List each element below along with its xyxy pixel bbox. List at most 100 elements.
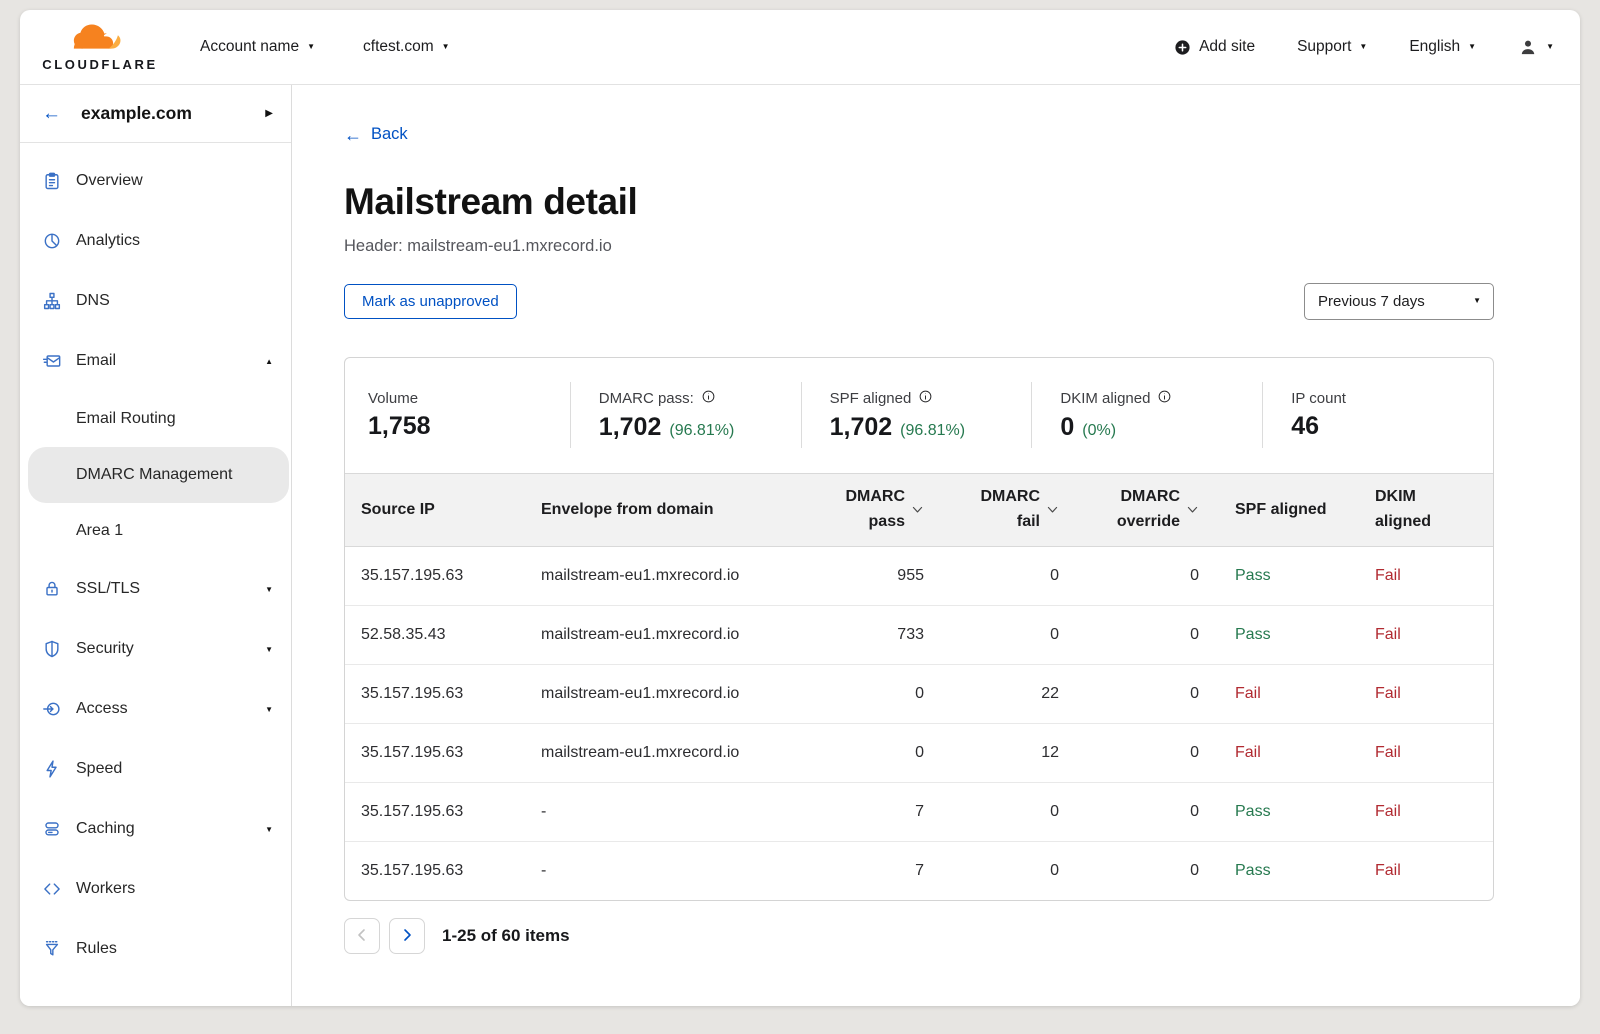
cell-dmarc-override: 0 [1065,546,1205,605]
info-icon[interactable] [918,389,933,408]
user-menu[interactable]: ▼ [1518,37,1554,57]
cell-dmarc-pass: 0 [805,664,930,723]
lock-icon [42,579,62,599]
stat-value: 1,702 [830,413,893,442]
pagination-text: 1-25 of 60 items [442,926,570,946]
period-select[interactable]: Previous 7 days ▼ [1304,283,1494,320]
sidebar-item-label: Analytics [76,232,273,250]
cell-source-ip: 35.157.195.63 [345,841,541,900]
funnel-icon [42,939,62,959]
pagination: 1-25 of 60 items [344,918,1580,954]
stat-label-text: SPF aligned [830,390,912,407]
controls-row: Mark as unapproved Previous 7 days ▼ [344,283,1494,320]
cell-dkim-aligned: Fail [1355,664,1494,723]
info-icon[interactable] [701,389,716,408]
period-select-value: Previous 7 days [1318,293,1425,310]
column-header-dmarc-pass[interactable]: DMARC pass [805,473,930,546]
sidebar-item-workers[interactable]: Workers [20,859,291,919]
sidebar-item-security[interactable]: Security▼ [20,619,291,679]
cloudflare-logo[interactable]: CLOUDFLARE [34,23,166,72]
cell-spf-aligned: Pass [1205,782,1355,841]
sidebar-item-ssl-tls[interactable]: SSL/TLS▼ [20,559,291,619]
cell-dmarc-override: 0 [1065,782,1205,841]
table-row: 35.157.195.63-700PassFail [345,782,1494,841]
column-header-envelope-from-domain: Envelope from domain [541,473,805,546]
sidebar-item-label: Email [76,352,265,370]
cell-dmarc-override: 0 [1065,605,1205,664]
cell-dmarc-pass: 955 [805,546,930,605]
topbar: CLOUDFLARE Account name ▼ cftest.com ▼ A… [20,10,1580,85]
chevron-down-icon: ▼ [442,43,450,51]
cloudflare-cloud-icon [69,23,131,56]
stat-ip-count: IP count46 [1262,382,1493,448]
stat-value-row: 1,702(96.81%) [830,413,1032,442]
sidebar-item-rules[interactable]: Rules [20,919,291,979]
layers-icon [42,819,62,839]
info-icon[interactable] [1157,389,1172,408]
sidebar-item-access[interactable]: Access▼ [20,679,291,739]
account-menu[interactable]: Account name ▼ [200,38,315,56]
language-menu[interactable]: English ▼ [1409,38,1476,56]
site-menu[interactable]: cftest.com ▼ [363,38,450,56]
cloudflare-wordmark: CLOUDFLARE [42,57,158,72]
stat-label-text: DMARC pass: [599,390,694,407]
sidebar-item-caching[interactable]: Caching▼ [20,799,291,859]
sidebar-item-speed[interactable]: Speed [20,739,291,799]
sidebar-item-email-routing[interactable]: Email Routing [20,391,291,447]
prev-page-button[interactable] [344,918,380,954]
back-link[interactable]: ← Back [344,125,408,144]
column-header-dmarc-override[interactable]: DMARC override [1065,473,1205,546]
cell-dmarc-fail: 0 [930,841,1065,900]
column-header-spf-aligned: SPF aligned [1205,473,1355,546]
column-header-label: DMARC pass [837,485,905,535]
column-header-label: SPF aligned [1235,501,1327,518]
sidebar-item-dns[interactable]: DNS [20,271,291,331]
plus-circle-icon [1174,39,1191,56]
cell-dmarc-fail: 0 [930,605,1065,664]
column-header-label: DKIM aligned [1375,485,1445,535]
cell-source-ip: 52.58.35.43 [345,605,541,664]
chevron-right-icon: ▶ [265,108,273,119]
column-header-dmarc-fail[interactable]: DMARC fail [930,473,1065,546]
cell-dkim-aligned: Fail [1355,546,1494,605]
mark-unapproved-button[interactable]: Mark as unapproved [344,284,517,319]
cell-dmarc-fail: 22 [930,664,1065,723]
sidebar-item-overview[interactable]: Overview [20,151,291,211]
sort-chevron-icon[interactable] [1046,503,1059,516]
sidebar-item-label: Caching [76,820,265,838]
envelope-icon [42,351,62,371]
user-icon [1518,37,1538,57]
cell-dmarc-pass: 7 [805,841,930,900]
sidebar-item-label: Rules [76,940,273,958]
clipboard-icon [42,171,62,191]
cell-dkim-aligned: Fail [1355,841,1494,900]
sidebar-item-label: Security [76,640,265,658]
table-body: 35.157.195.63mailstream-eu1.mxrecord.io 9… [345,546,1494,900]
access-icon [42,699,62,719]
site-switcher[interactable]: ← example.com ▶ [20,85,291,143]
cell-dmarc-pass: 733 [805,605,930,664]
sidebar-item-email[interactable]: Email▲ [20,331,291,391]
next-page-button[interactable] [389,918,425,954]
support-menu[interactable]: Support ▼ [1297,38,1367,56]
cell-envelope-from-domain: mailstream-eu1.mxrecord.io [541,723,805,782]
sidebar-item-analytics[interactable]: Analytics [20,211,291,271]
column-header-dkim-aligned: DKIM aligned [1355,473,1494,546]
topbar-right: Add site Support ▼ English ▼ ▼ [1174,37,1554,57]
sidebar-nav: Overview Analytics DNSEmail▲Email Routing D… [20,143,291,979]
stat-value: 46 [1291,412,1319,441]
sidebar-item-label: DMARC Management [76,466,271,484]
stat-label-text: DKIM aligned [1060,390,1150,407]
chevron-down-icon: ▼ [265,645,273,654]
cell-source-ip: 35.157.195.63 [345,664,541,723]
sidebar-item-area-1[interactable]: Area 1 [20,503,291,559]
sidebar-item-label: Speed [76,760,273,778]
add-site-button[interactable]: Add site [1174,38,1255,56]
cell-source-ip: 35.157.195.63 [345,723,541,782]
back-link-label: Back [371,125,408,144]
sort-chevron-icon[interactable] [1186,503,1199,516]
sort-chevron-icon[interactable] [911,503,924,516]
sidebar-item-dmarc-management[interactable]: DMARC Management [28,447,289,503]
site-menu-label: cftest.com [363,38,434,56]
cell-dmarc-override: 0 [1065,841,1205,900]
